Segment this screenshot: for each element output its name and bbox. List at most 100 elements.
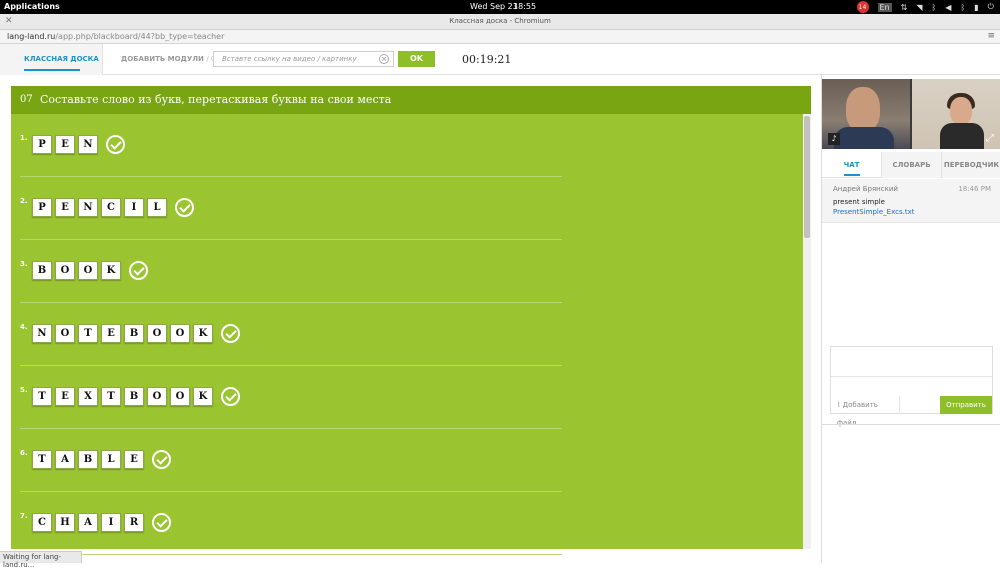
letter-tile[interactable]: B <box>78 450 98 469</box>
letter-tile[interactable]: T <box>78 324 98 343</box>
url-text[interactable]: lang-land.ru/app.php/blackboard/44?bb_ty… <box>7 32 224 41</box>
tab-translator[interactable]: ПЕРЕВОДЧИК <box>941 152 1000 178</box>
video-link-placeholder: Вставте ссылку на видео / картинку <box>222 55 357 63</box>
battery-icon[interactable]: ▮ <box>974 3 978 12</box>
send-button[interactable]: Отправить <box>940 396 992 414</box>
letter-tile[interactable]: E <box>55 387 75 406</box>
letter-tile[interactable]: L <box>101 450 121 469</box>
bluetooth-icon-2[interactable]: ᛒ <box>960 3 965 12</box>
item-number: 7. <box>20 512 28 520</box>
bluetooth-icon[interactable]: ᛒ <box>931 3 936 12</box>
letter-tile[interactable]: P <box>32 135 52 154</box>
letter-tile[interactable]: T <box>32 450 52 469</box>
letter-tile[interactable]: A <box>78 513 98 532</box>
paperclip-icon: ⌇ <box>837 401 841 409</box>
tab-add-modules[interactable]: ДОБАВИТЬ МОДУЛИ / 0 <box>121 55 215 63</box>
letter-tile[interactable]: I <box>101 513 121 532</box>
letter-tile[interactable]: B <box>124 387 144 406</box>
message-file-link[interactable]: PresentSimple_Excs.txt <box>833 208 914 216</box>
letter-tile[interactable]: R <box>124 513 144 532</box>
browser-menu-icon[interactable]: ≡ <box>987 31 995 41</box>
letter-tile[interactable]: C <box>101 198 121 217</box>
letter-tile[interactable]: B <box>32 261 52 280</box>
item-number: 4. <box>20 323 28 331</box>
letter-tile[interactable]: E <box>101 324 121 343</box>
letter-tiles: BOOK <box>32 261 148 280</box>
exercise-header: 07 Составьте слово из букв, перетаскивая… <box>11 86 811 114</box>
letter-tile[interactable]: A <box>55 450 75 469</box>
letter-tile[interactable]: B <box>124 324 144 343</box>
video-call-area: ♪ ⤢ <box>822 79 1000 149</box>
microphone-icon[interactable]: ♪ <box>828 133 840 145</box>
active-tab-indicator <box>24 69 80 71</box>
letter-tile[interactable]: K <box>193 387 213 406</box>
letter-tile[interactable]: P <box>32 198 52 217</box>
check-icon <box>221 324 240 343</box>
letter-tile[interactable]: O <box>170 324 190 343</box>
letter-tile[interactable]: C <box>32 513 52 532</box>
letter-tile[interactable]: T <box>101 387 121 406</box>
tab-blackboard[interactable]: КЛАССНАЯ ДОСКА <box>0 44 103 75</box>
letter-tile[interactable]: H <box>55 513 75 532</box>
system-time: 18:55 <box>513 2 537 11</box>
letter-tile[interactable]: I <box>124 198 144 217</box>
keyboard-layout-indicator[interactable]: En <box>877 2 892 12</box>
attach-file-button[interactable]: ⌇ Добавить файл <box>831 396 900 427</box>
letter-tile[interactable]: N <box>78 135 98 154</box>
letter-tile[interactable]: O <box>55 261 75 280</box>
student-video: ⤢ <box>912 79 1000 149</box>
letter-tile[interactable]: E <box>124 450 144 469</box>
notification-badge-icon[interactable]: 14 <box>856 1 869 13</box>
letter-tile[interactable]: E <box>55 198 75 217</box>
wifi-icon[interactable]: ◥ <box>916 3 922 12</box>
browser-title-bar: ✕ Классная доска - Chromium <box>0 14 1000 30</box>
letter-tile[interactable]: L <box>147 198 167 217</box>
applications-menu[interactable]: Applications <box>4 2 60 11</box>
chat-message-input[interactable] <box>831 347 992 377</box>
tab-blackboard-label: КЛАССНАЯ ДОСКА <box>24 55 99 63</box>
active-tab-indicator <box>844 174 860 176</box>
item-number: 3. <box>20 260 28 268</box>
right-panel-tabs: ЧАТ СЛОВАРЬ ПЕРЕВОДЧИК <box>822 152 1000 178</box>
panel-divider <box>822 424 1000 425</box>
letter-tile[interactable]: K <box>101 261 121 280</box>
tab-dictionary[interactable]: СЛОВАРЬ <box>881 152 941 178</box>
teacher-face <box>846 87 880 131</box>
network-icon[interactable]: ⇅ <box>901 3 908 12</box>
video-link-input[interactable]: Вставте ссылку на видео / картинку × <box>213 51 394 67</box>
tab-chat[interactable]: ЧАТ <box>822 152 881 178</box>
letter-tile[interactable]: N <box>78 198 98 217</box>
exercise-number: 07 <box>20 94 33 105</box>
board-scrollbar[interactable] <box>803 114 811 549</box>
letter-tile[interactable]: O <box>147 387 167 406</box>
chat-message: Андрей Брянский 18:46 PM present simple … <box>822 179 1000 223</box>
letter-tile[interactable]: X <box>78 387 98 406</box>
power-icon[interactable]: ⏻ <box>988 2 994 12</box>
letter-tile[interactable]: O <box>78 261 98 280</box>
blackboard: 07 Составьте слово из букв, перетаскивая… <box>11 86 811 555</box>
letter-tiles: TABLE <box>32 450 171 469</box>
lesson-timer: 00:19:21 <box>462 53 512 66</box>
item-number: 1. <box>20 134 28 142</box>
check-icon <box>152 450 171 469</box>
ok-button[interactable]: OK <box>398 51 435 67</box>
exercise-item: 4. N O T E B O O K <box>20 303 562 366</box>
system-date: Wed Sep 23 <box>470 2 518 11</box>
volume-icon[interactable]: ◀ <box>945 3 951 12</box>
clear-input-icon[interactable]: × <box>379 54 389 64</box>
item-number: 6. <box>20 449 28 457</box>
address-bar[interactable]: lang-land.ru/app.php/blackboard/44?bb_ty… <box>0 30 1000 44</box>
browser-status-bar: Waiting for lang-land.ru... <box>0 551 82 569</box>
letter-tile[interactable]: N <box>32 324 52 343</box>
letter-tile[interactable]: K <box>193 324 213 343</box>
letter-tile[interactable]: E <box>55 135 75 154</box>
letter-tile[interactable]: T <box>32 387 52 406</box>
fullscreen-icon[interactable]: ⤢ <box>984 133 996 145</box>
check-icon <box>152 513 171 532</box>
letter-tile[interactable]: O <box>170 387 190 406</box>
letter-tile[interactable]: O <box>55 324 75 343</box>
app-header: КЛАССНАЯ ДОСКА ДОБАВИТЬ МОДУЛИ / 0 Встав… <box>0 44 1000 75</box>
letter-tile[interactable]: O <box>147 324 167 343</box>
letter-tiles: PENCIL <box>32 198 194 217</box>
board-scrollbar-thumb[interactable] <box>804 116 810 238</box>
